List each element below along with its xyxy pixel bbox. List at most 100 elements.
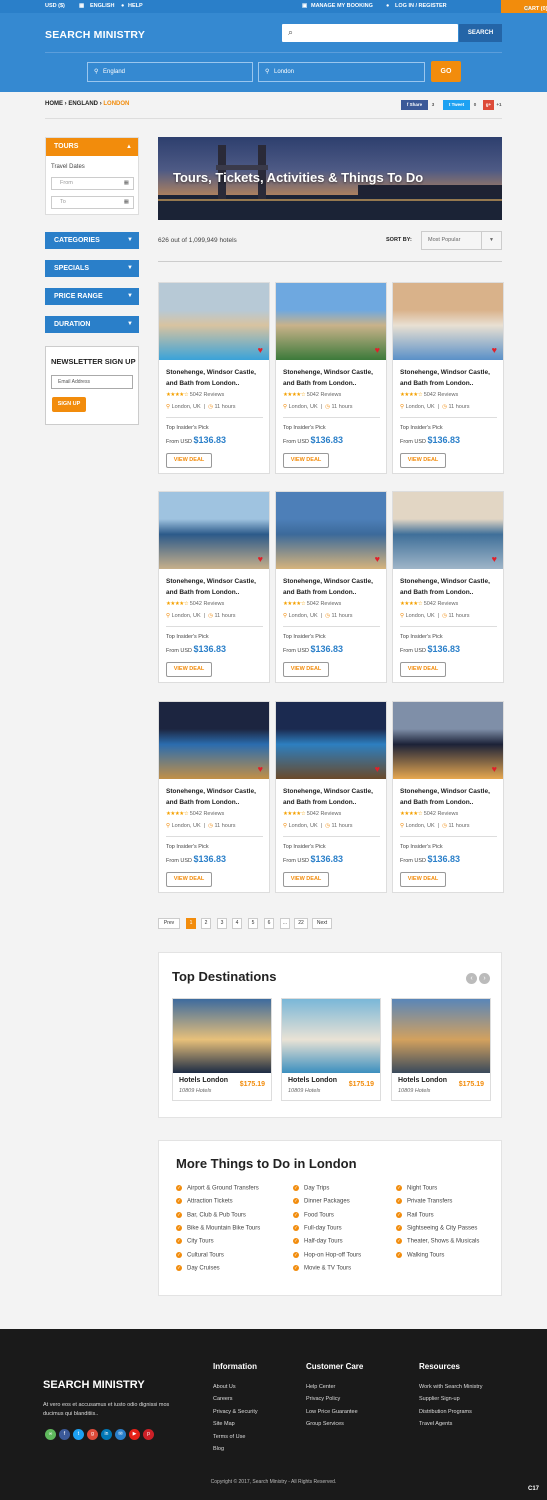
heart-icon[interactable]: ♥ bbox=[375, 345, 380, 355]
heart-icon[interactable]: ♥ bbox=[375, 764, 380, 774]
footer-logo[interactable]: SEARCH MINISTRY bbox=[43, 1379, 145, 1391]
heart-icon[interactable]: ♥ bbox=[258, 554, 263, 564]
things-item[interactable]: ✓ City Tours bbox=[176, 1238, 214, 1245]
destination-image[interactable] bbox=[392, 999, 490, 1073]
destination-card[interactable]: Hotels London 10809 Hotels $175.19 bbox=[172, 998, 272, 1101]
pinterest-icon[interactable]: p bbox=[143, 1429, 154, 1440]
tweet-button[interactable]: t Tweet bbox=[443, 100, 470, 110]
footer-link[interactable]: Low Price Guarantee bbox=[306, 1409, 358, 1415]
view-deal-button[interactable]: VIEW DEAL bbox=[400, 662, 446, 677]
tour-image[interactable] bbox=[276, 702, 386, 779]
carousel-prev-button[interactable]: ‹ bbox=[466, 973, 477, 984]
things-item[interactable]: ✓ Walking Tours bbox=[396, 1251, 444, 1258]
tour-card[interactable]: ♥ Stonehenge, Windsor Castle, and Bath f… bbox=[275, 282, 387, 474]
mail-icon[interactable]: ✉ bbox=[115, 1429, 126, 1440]
things-item[interactable]: ✓ Attraction Tickets bbox=[176, 1198, 233, 1205]
view-deal-button[interactable]: VIEW DEAL bbox=[166, 662, 212, 677]
tour-card[interactable]: ♥ Stonehenge, Windsor Castle, and Bath f… bbox=[392, 491, 504, 683]
destination-card[interactable]: Hotels London 10809 Hotels $175.19 bbox=[281, 998, 381, 1101]
footer-link[interactable]: Blog bbox=[213, 1446, 224, 1452]
search-button[interactable]: SEARCH bbox=[459, 24, 502, 42]
facebook-share-button[interactable]: f Share bbox=[401, 100, 428, 110]
tour-image[interactable] bbox=[159, 283, 269, 360]
go-button[interactable]: GO bbox=[431, 61, 461, 82]
footer-link[interactable]: Help Center bbox=[306, 1384, 335, 1390]
currency-selector[interactable]: USD ($) bbox=[45, 3, 65, 9]
carousel-next-button[interactable]: › bbox=[479, 973, 490, 984]
country-field[interactable]: ⚲ England bbox=[87, 62, 253, 82]
tour-image[interactable] bbox=[159, 702, 269, 779]
footer-link[interactable]: Careers bbox=[213, 1396, 233, 1402]
signup-button[interactable]: SIGN UP bbox=[52, 397, 86, 412]
destination-image[interactable] bbox=[173, 999, 271, 1073]
tours-toggle[interactable]: TOURS ▲ bbox=[46, 138, 138, 156]
footer-link[interactable]: Distribution Programs bbox=[419, 1409, 472, 1415]
destination-name[interactable]: Hotels London bbox=[288, 1077, 337, 1084]
tour-image[interactable] bbox=[276, 283, 386, 360]
language-selector[interactable]: ENGLISH bbox=[90, 3, 114, 9]
footer-link[interactable]: Travel Agents bbox=[419, 1421, 452, 1427]
heart-icon[interactable]: ♥ bbox=[375, 554, 380, 564]
link-icon[interactable]: ∞ bbox=[45, 1429, 56, 1440]
pagination-page-6[interactable]: 6 bbox=[264, 918, 274, 929]
things-item[interactable]: ✓ Rail Tours bbox=[396, 1211, 434, 1218]
tour-card[interactable]: ♥ Stonehenge, Windsor Castle, and Bath f… bbox=[158, 701, 270, 893]
things-item[interactable]: ✓ Half-day Tours bbox=[293, 1238, 343, 1245]
things-item[interactable]: ✓ Dinner Packages bbox=[293, 1198, 350, 1205]
tour-card[interactable]: ♥ Stonehenge, Windsor Castle, and Bath f… bbox=[275, 701, 387, 893]
tour-title[interactable]: Stonehenge, Windsor Castle, and Bath fro… bbox=[400, 367, 500, 389]
specials-toggle[interactable]: SPECIALS ▼ bbox=[45, 260, 139, 277]
destination-name[interactable]: Hotels London bbox=[398, 1077, 447, 1084]
pagination-prev[interactable]: Prev bbox=[158, 918, 180, 929]
to-date-field[interactable]: To ▦ bbox=[51, 196, 134, 209]
tour-title[interactable]: Stonehenge, Windsor Castle, and Bath fro… bbox=[400, 786, 500, 808]
heart-icon[interactable]: ♥ bbox=[492, 345, 497, 355]
footer-link[interactable]: Group Services bbox=[306, 1421, 344, 1427]
view-deal-button[interactable]: VIEW DEAL bbox=[166, 872, 212, 887]
google-plus-button[interactable]: g+ bbox=[483, 100, 494, 110]
tour-card[interactable]: ♥ Stonehenge, Windsor Castle, and Bath f… bbox=[392, 701, 504, 893]
facebook-icon[interactable]: f bbox=[59, 1429, 70, 1440]
tour-image[interactable] bbox=[276, 492, 386, 569]
twitter-icon[interactable]: t bbox=[73, 1429, 84, 1440]
tour-card[interactable]: ♥ Stonehenge, Windsor Castle, and Bath f… bbox=[158, 282, 270, 474]
view-deal-button[interactable]: VIEW DEAL bbox=[400, 453, 446, 468]
view-deal-button[interactable]: VIEW DEAL bbox=[283, 872, 329, 887]
destination-name[interactable]: Hotels London bbox=[179, 1077, 228, 1084]
tour-card[interactable]: ♥ Stonehenge, Windsor Castle, and Bath f… bbox=[392, 282, 504, 474]
things-item[interactable]: ✓ Bar, Club & Pub Tours bbox=[176, 1211, 246, 1218]
things-item[interactable]: ✓ Airport & Ground Transfers bbox=[176, 1185, 259, 1192]
tour-card[interactable]: ♥ Stonehenge, Windsor Castle, and Bath f… bbox=[158, 491, 270, 683]
footer-link[interactable]: Privacy & Security bbox=[213, 1409, 258, 1415]
things-item[interactable]: ✓ Private Transfers bbox=[396, 1198, 452, 1205]
footer-link[interactable]: Supplier Sign-up bbox=[419, 1396, 460, 1402]
pagination-page-22[interactable]: 22 bbox=[294, 918, 308, 929]
google-plus-icon[interactable]: g bbox=[87, 1429, 98, 1440]
pagination-next[interactable]: Next bbox=[312, 918, 332, 929]
view-deal-button[interactable]: VIEW DEAL bbox=[283, 453, 329, 468]
categories-toggle[interactable]: CATEGORIES ▼ bbox=[45, 232, 139, 249]
pagination-page-1[interactable]: 1 bbox=[186, 918, 196, 929]
things-item[interactable]: ✓ Bike & Mountain Bike Tours bbox=[176, 1224, 260, 1231]
tour-image[interactable] bbox=[393, 283, 503, 360]
price-range-toggle[interactable]: PRICE RANGE ▼ bbox=[45, 288, 139, 305]
search-input[interactable]: ⌕ bbox=[282, 24, 458, 42]
things-item[interactable]: ✓ Cultural Tours bbox=[176, 1251, 224, 1258]
city-field[interactable]: ⚲ London bbox=[258, 62, 425, 82]
tour-image[interactable] bbox=[393, 492, 503, 569]
help-link[interactable]: HELP bbox=[128, 3, 143, 9]
email-field[interactable]: Email Address bbox=[51, 375, 133, 389]
destination-card[interactable]: Hotels London 10809 Hotels $175.19 bbox=[391, 998, 491, 1101]
tour-image[interactable] bbox=[393, 702, 503, 779]
cart-button[interactable]: 🛒 CART (0) bbox=[501, 0, 547, 13]
sort-select[interactable]: Most Popular ▼ bbox=[421, 231, 502, 250]
destination-image[interactable] bbox=[282, 999, 380, 1073]
breadcrumb-home[interactable]: HOME bbox=[45, 101, 63, 107]
footer-link[interactable]: Site Map bbox=[213, 1421, 235, 1427]
tour-image[interactable] bbox=[159, 492, 269, 569]
things-item[interactable]: ✓ Movie & TV Tours bbox=[293, 1264, 351, 1271]
heart-icon[interactable]: ♥ bbox=[492, 554, 497, 564]
heart-icon[interactable]: ♥ bbox=[258, 345, 263, 355]
view-deal-button[interactable]: VIEW DEAL bbox=[400, 872, 446, 887]
tour-title[interactable]: Stonehenge, Windsor Castle, and Bath fro… bbox=[283, 786, 383, 808]
